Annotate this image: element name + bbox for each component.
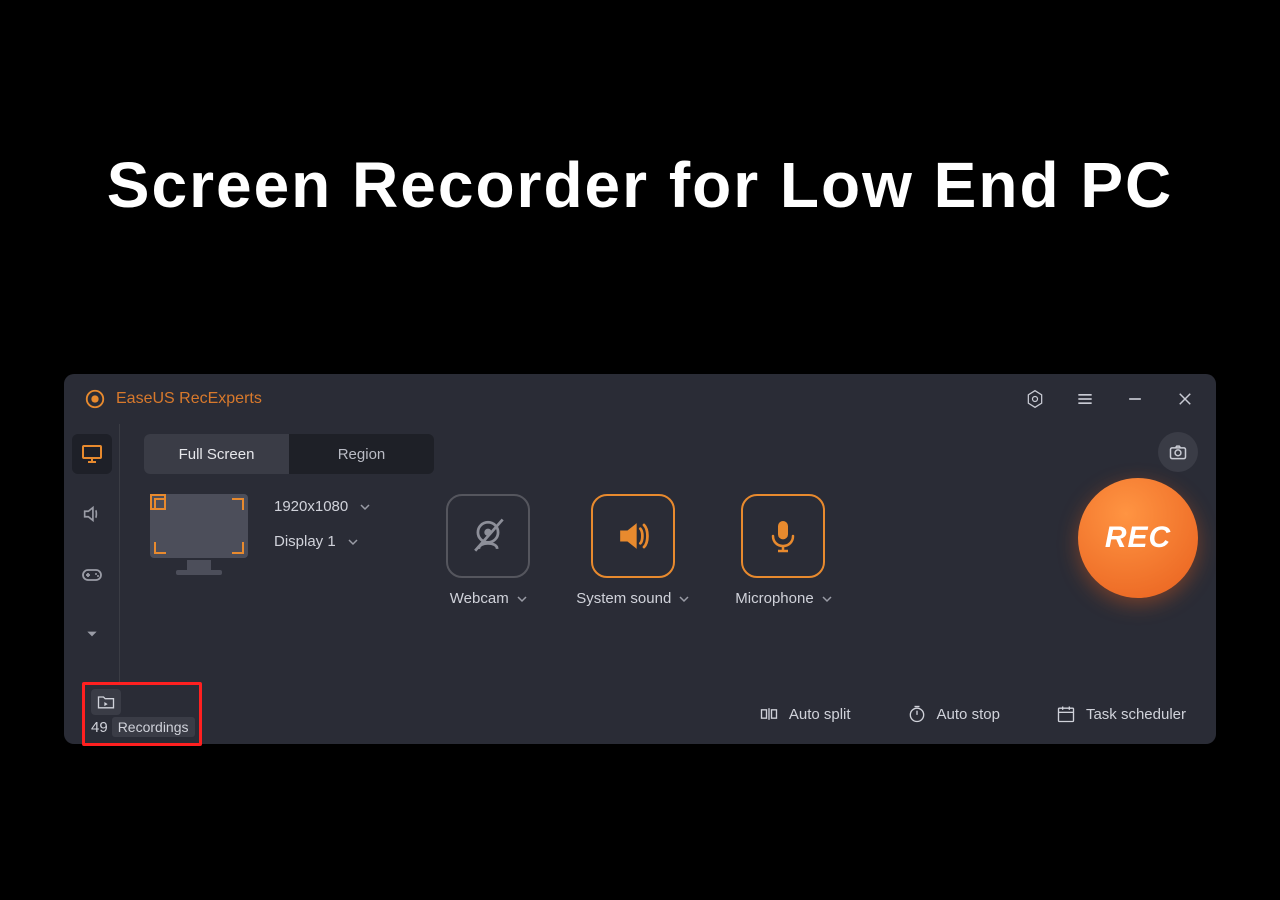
settings-icon[interactable]: [1024, 388, 1046, 410]
system-sound-dropdown[interactable]: System sound: [576, 590, 689, 607]
folder-play-icon: [91, 689, 121, 715]
chevron-down-icon: [360, 502, 370, 512]
capture-mode-tabs: Full Screen Region: [144, 434, 434, 474]
monitor-preview: [144, 494, 254, 575]
microphone-dropdown[interactable]: Microphone: [735, 590, 831, 607]
main-area: Full Screen Region 1920x1080: [120, 424, 1216, 684]
app-name: EaseUS RecExperts: [116, 390, 262, 408]
task-scheduler-button[interactable]: Task scheduler: [1056, 704, 1186, 724]
sidebar-more-icon[interactable]: [72, 614, 112, 654]
screenshot-icon[interactable]: [1158, 432, 1198, 472]
split-icon: [759, 704, 779, 724]
system-sound-toggle[interactable]: [591, 494, 675, 578]
webcam-toggle[interactable]: [446, 494, 530, 578]
resolution-dropdown[interactable]: 1920x1080: [274, 498, 370, 515]
clock-icon: [907, 704, 927, 724]
sidebar-screen-icon[interactable]: [72, 434, 112, 474]
chevron-down-icon: [679, 594, 689, 604]
app-window: EaseUS RecExperts: [64, 374, 1216, 744]
footer: 49 Recordings Auto split Auto stop: [64, 684, 1216, 744]
chevron-down-icon: [348, 537, 358, 547]
minimize-icon[interactable]: [1124, 388, 1146, 410]
tab-full-screen[interactable]: Full Screen: [144, 434, 289, 474]
microphone-toggle[interactable]: [741, 494, 825, 578]
sidebar-audio-icon[interactable]: [72, 494, 112, 534]
recordings-count: 49: [91, 719, 108, 736]
tab-region[interactable]: Region: [289, 434, 434, 474]
resolution-value: 1920x1080: [274, 498, 348, 515]
menu-icon[interactable]: [1074, 388, 1096, 410]
recordings-button[interactable]: 49 Recordings: [82, 682, 202, 746]
sidebar-game-icon[interactable]: [72, 554, 112, 594]
record-button[interactable]: REC: [1078, 478, 1198, 598]
auto-stop-button[interactable]: Auto stop: [907, 704, 1000, 724]
hero-title: Screen Recorder for Low End PC: [0, 148, 1280, 222]
webcam-dropdown[interactable]: Webcam: [450, 590, 527, 607]
display-value: Display 1: [274, 533, 336, 550]
auto-split-button[interactable]: Auto split: [759, 704, 851, 724]
close-icon[interactable]: [1174, 388, 1196, 410]
sidebar: [64, 424, 120, 684]
titlebar: EaseUS RecExperts: [64, 374, 1216, 424]
app-logo-icon: [84, 388, 106, 410]
calendar-icon: [1056, 704, 1076, 724]
chevron-down-icon: [822, 594, 832, 604]
recordings-label: Recordings: [112, 717, 195, 737]
chevron-down-icon: [517, 594, 527, 604]
display-dropdown[interactable]: Display 1: [274, 533, 370, 550]
